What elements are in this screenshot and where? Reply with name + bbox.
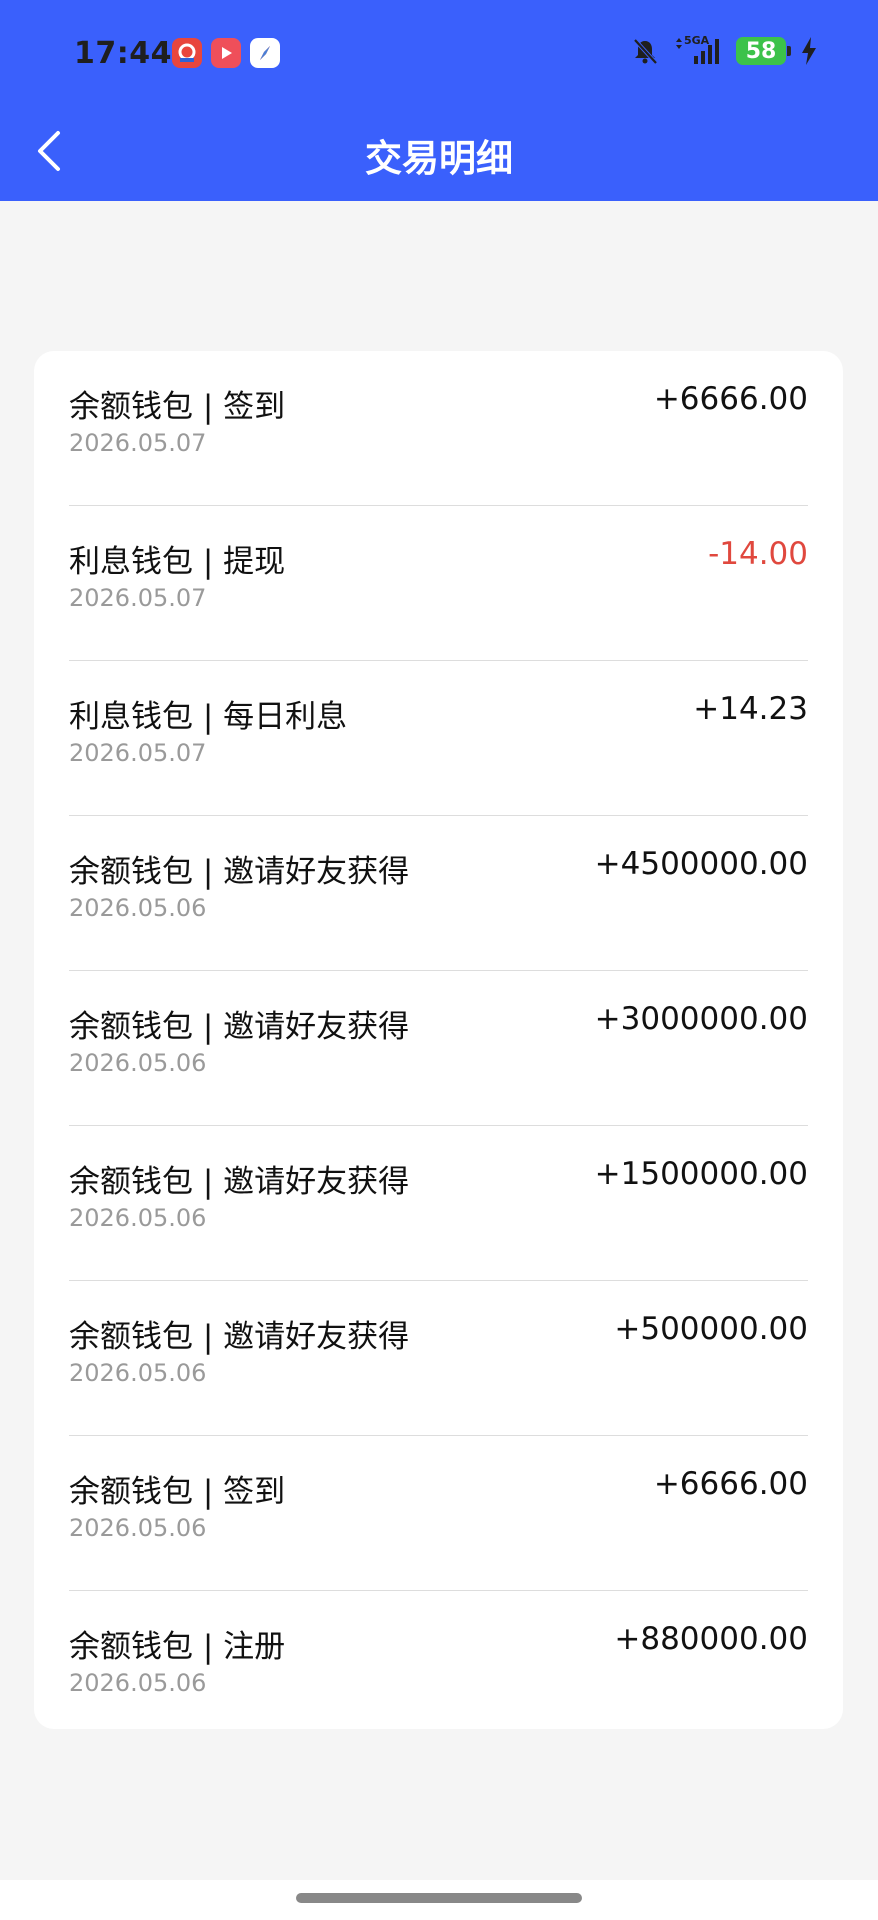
transaction-amount: +1500000.00: [594, 1156, 808, 1192]
status-time: 17:44: [74, 36, 172, 71]
transaction-date: 2026.05.07: [69, 739, 207, 767]
transaction-date: 2026.05.07: [69, 429, 207, 457]
transaction-title: 余额钱包 | 邀请好友获得: [69, 1319, 410, 1355]
transaction-date: 2026.05.06: [69, 1359, 207, 1387]
transaction-title: 余额钱包 | 邀请好友获得: [69, 854, 410, 890]
transaction-amount: +3000000.00: [594, 1001, 808, 1037]
header: 17:44 5GA 58 交易明细: [0, 0, 878, 201]
app-q-icon: [172, 38, 202, 68]
transaction-title: 余额钱包 | 签到: [69, 1474, 286, 1510]
transaction-amount: +4500000.00: [594, 846, 808, 882]
transaction-amount: +14.23: [693, 691, 808, 727]
transaction-row[interactable]: 利息钱包 | 每日利息 2026.05.07 +14.23: [69, 661, 808, 816]
transaction-title: 余额钱包 | 邀请好友获得: [69, 1164, 410, 1200]
transaction-title: 利息钱包 | 每日利息: [69, 699, 348, 735]
transaction-row[interactable]: 余额钱包 | 注册 2026.05.06 +880000.00: [69, 1591, 808, 1746]
transaction-amount: +880000.00: [614, 1621, 808, 1657]
transaction-date: 2026.05.06: [69, 1204, 207, 1232]
signal-icon: 5GA: [674, 34, 722, 66]
nav-bar: 交易明细: [0, 110, 878, 201]
transaction-title: 利息钱包 | 提现: [69, 544, 286, 580]
transaction-amount: -14.00: [708, 536, 808, 572]
charging-icon: [800, 36, 818, 66]
transaction-date: 2026.05.06: [69, 1049, 207, 1077]
transaction-list: 余额钱包 | 签到 2026.05.07 +6666.00 利息钱包 | 提现 …: [34, 351, 843, 1729]
transaction-date: 2026.05.06: [69, 1669, 207, 1697]
notification-app-icons: [172, 38, 280, 68]
transaction-amount: +6666.00: [653, 381, 808, 417]
video-play-icon: [211, 38, 241, 68]
battery-indicator: 58: [736, 37, 791, 65]
transaction-row[interactable]: 余额钱包 | 邀请好友获得 2026.05.06 +3000000.00: [69, 971, 808, 1126]
status-bar: 17:44 5GA 58: [0, 0, 878, 110]
transaction-row[interactable]: 余额钱包 | 邀请好友获得 2026.05.06 +4500000.00: [69, 816, 808, 971]
transaction-row[interactable]: 余额钱包 | 邀请好友获得 2026.05.06 +1500000.00: [69, 1126, 808, 1281]
transaction-row[interactable]: 余额钱包 | 邀请好友获得 2026.05.06 +500000.00: [69, 1281, 808, 1436]
bell-muted-icon: [630, 36, 660, 66]
transaction-row[interactable]: 余额钱包 | 签到 2026.05.07 +6666.00: [69, 351, 808, 506]
network-label: 5GA: [684, 34, 710, 47]
transaction-title: 余额钱包 | 邀请好友获得: [69, 1009, 410, 1045]
transaction-date: 2026.05.06: [69, 1514, 207, 1542]
transaction-title: 余额钱包 | 注册: [69, 1629, 286, 1665]
transaction-amount: +500000.00: [614, 1311, 808, 1347]
transaction-date: 2026.05.06: [69, 894, 207, 922]
page-title: 交易明细: [365, 137, 513, 180]
home-indicator[interactable]: [296, 1893, 582, 1903]
transaction-row[interactable]: 余额钱包 | 签到 2026.05.06 +6666.00: [69, 1436, 808, 1591]
compass-icon: [250, 38, 280, 68]
transaction-amount: +6666.00: [653, 1466, 808, 1502]
transaction-title: 余额钱包 | 签到: [69, 389, 286, 425]
status-right: 5GA 58: [630, 34, 818, 66]
transaction-row[interactable]: 利息钱包 | 提现 2026.05.07 -14.00: [69, 506, 808, 661]
transaction-date: 2026.05.07: [69, 584, 207, 612]
